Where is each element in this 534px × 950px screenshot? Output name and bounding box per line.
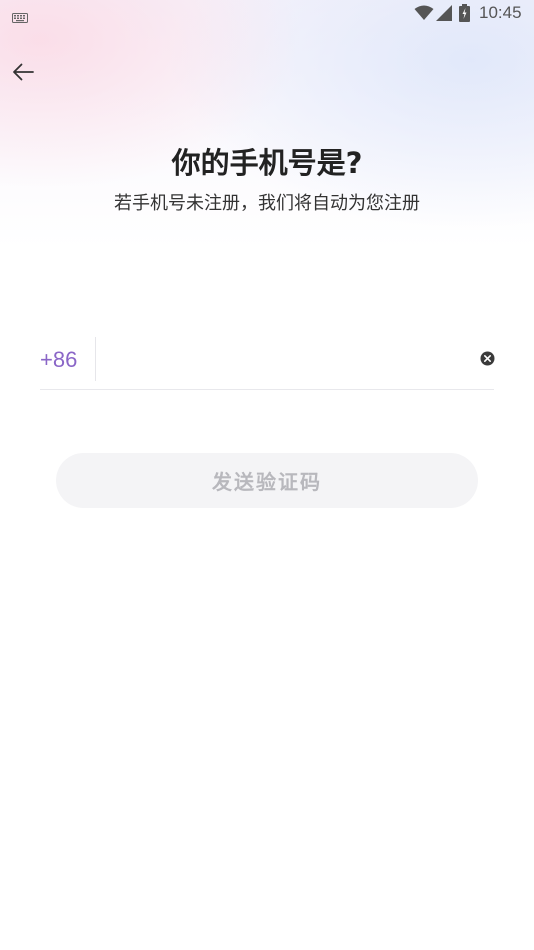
keyboard-icon bbox=[12, 8, 28, 23]
status-bar: 10:45 bbox=[0, 0, 534, 28]
clear-input-button[interactable] bbox=[480, 351, 495, 366]
signal-icon bbox=[436, 5, 452, 21]
phone-number-input[interactable] bbox=[110, 339, 470, 381]
country-code-selector[interactable]: +86 bbox=[40, 335, 77, 381]
status-time: 10:45 bbox=[479, 3, 522, 22]
phone-input-row: +86 bbox=[40, 335, 495, 390]
clear-circle-icon bbox=[480, 351, 495, 366]
wifi-icon bbox=[414, 5, 434, 21]
battery-icon bbox=[459, 4, 470, 22]
arrow-left-icon bbox=[12, 63, 34, 85]
page-subtitle: 若手机号未注册，我们将自动为您注册 bbox=[114, 193, 420, 214]
back-button[interactable] bbox=[8, 60, 38, 88]
country-code-divider bbox=[95, 337, 96, 381]
send-code-button[interactable]: 发送验证码 bbox=[56, 453, 478, 508]
page-title: 你的手机号是? bbox=[171, 146, 363, 180]
